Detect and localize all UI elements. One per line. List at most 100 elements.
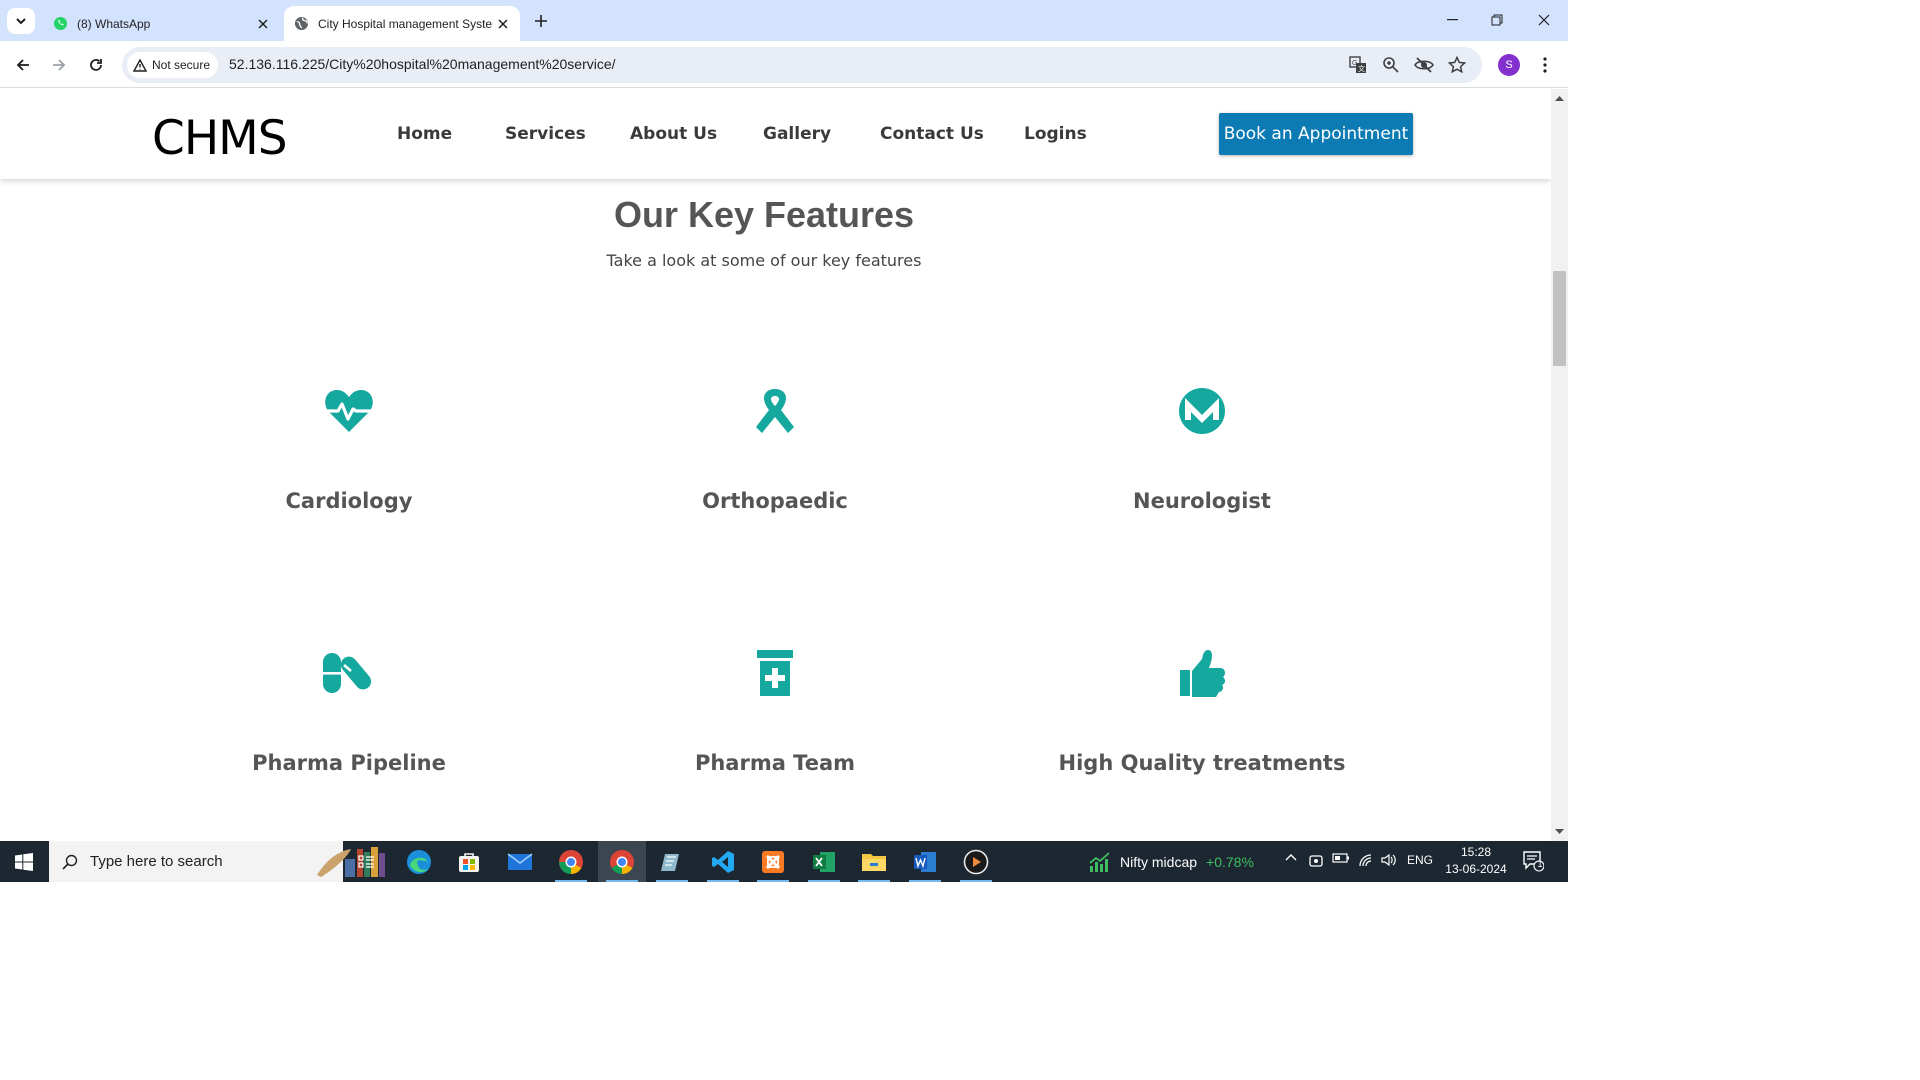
nav-gallery[interactable]: Gallery — [763, 124, 831, 144]
more-menu-icon[interactable] — [1535, 53, 1555, 77]
reload-icon — [90, 59, 102, 71]
search-placeholder: Type here to search — [90, 853, 223, 870]
window-close-button[interactable] — [1521, 0, 1567, 40]
page-scrollbar[interactable] — [1551, 89, 1568, 841]
mail-icon[interactable] — [496, 841, 544, 882]
restore-button[interactable] — [1474, 0, 1520, 40]
thumbs-up-icon — [1172, 643, 1232, 703]
warning-icon — [133, 58, 147, 72]
url-text[interactable]: 52.136.116.225/City%20hospital%20managem… — [229, 56, 616, 72]
forward-button[interactable] — [44, 50, 74, 80]
reload-button[interactable] — [81, 50, 111, 80]
start-button[interactable] — [0, 841, 48, 882]
site-header: CHMS Home Services About Us Gallery Cont… — [0, 89, 1551, 179]
tab-city-hospital[interactable]: City Hospital management System — [284, 6, 520, 41]
stock-widget[interactable]: Nifty midcap +0.78% — [1088, 851, 1254, 873]
close-icon[interactable] — [253, 14, 273, 34]
back-button[interactable] — [8, 50, 38, 80]
feature-high-quality-treatments: High Quality treatments — [1002, 643, 1402, 775]
restore-icon — [1491, 14, 1503, 26]
meet-now-icon[interactable] — [1306, 853, 1326, 869]
scroll-down-icon[interactable] — [1555, 827, 1564, 836]
scrollbar-thumb[interactable] — [1553, 271, 1566, 366]
nav-services[interactable]: Services — [505, 124, 586, 144]
feature-label: Neurologist — [1133, 489, 1271, 513]
notification-count: 1 — [1537, 859, 1543, 869]
page-viewport: CHMS Home Services About Us Gallery Cont… — [0, 89, 1551, 841]
nav-contact-us[interactable]: Contact Us — [880, 124, 984, 144]
security-label: Not secure — [152, 58, 211, 72]
volume-icon[interactable] — [1379, 853, 1399, 867]
feature-label: Orthopaedic — [702, 489, 848, 513]
tab-title: (8) WhatsApp — [77, 16, 151, 31]
battery-icon[interactable] — [1330, 853, 1352, 863]
bookmark-star-icon[interactable] — [1447, 55, 1467, 75]
widget-name: Nifty midcap — [1120, 854, 1198, 870]
search-icon — [62, 854, 78, 870]
section-title: Our Key Features — [613, 194, 915, 235]
taskbar-search-box[interactable]: Type here to search — [49, 841, 385, 882]
book-appointment-button[interactable]: Book an Appointment — [1219, 113, 1413, 155]
new-tab-button[interactable] — [529, 9, 553, 33]
close-icon[interactable] — [493, 14, 513, 34]
notepad-app-icon[interactable] — [648, 841, 696, 882]
minimize-button[interactable] — [1429, 0, 1475, 40]
feature-label: Pharma Team — [694, 751, 856, 775]
feature-label: Cardiology — [285, 489, 413, 513]
windows-taskbar: Type here to search Nifty midcap +0.78% … — [0, 841, 1568, 882]
nav-about-us[interactable]: About Us — [630, 124, 717, 144]
site-logo[interactable]: CHMS — [152, 111, 288, 166]
feature-label: Pharma Pipeline — [252, 751, 446, 775]
tab-whatsapp[interactable]: (8) WhatsApp — [44, 6, 280, 41]
feature-orthopaedic: Orthopaedic — [575, 381, 975, 513]
media-player-icon[interactable] — [952, 841, 1000, 882]
translate-icon[interactable]: G文 — [1348, 55, 1368, 75]
chevron-down-icon — [16, 18, 26, 25]
site-info-chip[interactable]: Not secure — [127, 52, 219, 78]
xampp-icon[interactable] — [749, 841, 797, 882]
svg-text:文: 文 — [1358, 64, 1365, 73]
nav-home[interactable]: Home — [397, 124, 452, 144]
feature-pharma-pipeline: Pharma Pipeline — [149, 643, 549, 775]
excel-icon[interactable] — [800, 841, 848, 882]
scroll-up-icon[interactable] — [1555, 94, 1564, 103]
zoom-icon[interactable] — [1381, 55, 1401, 75]
nav-logins[interactable]: Logins — [1024, 124, 1087, 144]
task-view-icon[interactable] — [343, 841, 391, 882]
address-bar[interactable]: Not secure 52.136.116.225/City%20hospita… — [122, 47, 1482, 83]
profile-avatar[interactable]: S — [1498, 54, 1520, 76]
clock-time: 15:28 — [1460, 845, 1492, 859]
browser-toolbar: Not secure 52.136.116.225/City%20hospita… — [0, 41, 1568, 88]
tab-title: City Hospital management System — [318, 16, 493, 31]
arrow-left-icon — [16, 59, 29, 71]
word-icon[interactable] — [901, 841, 949, 882]
file-explorer-icon[interactable] — [850, 841, 898, 882]
language-indicator[interactable]: ENG — [1404, 853, 1436, 867]
ribbon-icon — [745, 381, 805, 441]
tab-search-button[interactable] — [7, 8, 35, 34]
pills-icon — [319, 643, 379, 703]
vscode-icon[interactable] — [699, 841, 747, 882]
feature-cardiology: Cardiology — [149, 381, 549, 513]
edge-icon[interactable] — [395, 841, 443, 882]
chart-up-icon — [1089, 852, 1110, 872]
show-hidden-icons-chevron-up-icon[interactable] — [1281, 853, 1301, 861]
minimize-icon — [1446, 19, 1458, 21]
chrome-active-icon[interactable] — [598, 841, 646, 882]
wifi-icon[interactable] — [1356, 853, 1376, 867]
plus-icon — [535, 15, 547, 27]
feature-neurologist: Neurologist — [1002, 381, 1402, 513]
feature-label: High Quality treatments — [1058, 751, 1346, 775]
chrome-icon[interactable] — [547, 841, 595, 882]
eye-off-icon[interactable] — [1414, 55, 1434, 75]
close-icon — [1538, 14, 1550, 26]
prescription-bottle-icon — [745, 643, 805, 703]
system-clock[interactable]: 15:28 13-06-2024 — [1440, 844, 1512, 878]
action-center-button[interactable]: 1 — [1522, 850, 1548, 874]
arrow-right-icon — [53, 59, 66, 71]
clock-date: 13-06-2024 — [1445, 862, 1507, 876]
windows-logo-icon — [15, 852, 33, 871]
microsoft-store-icon[interactable] — [445, 841, 493, 882]
globe-icon — [293, 16, 309, 32]
section-subtitle: Take a look at some of our key features — [606, 251, 922, 270]
